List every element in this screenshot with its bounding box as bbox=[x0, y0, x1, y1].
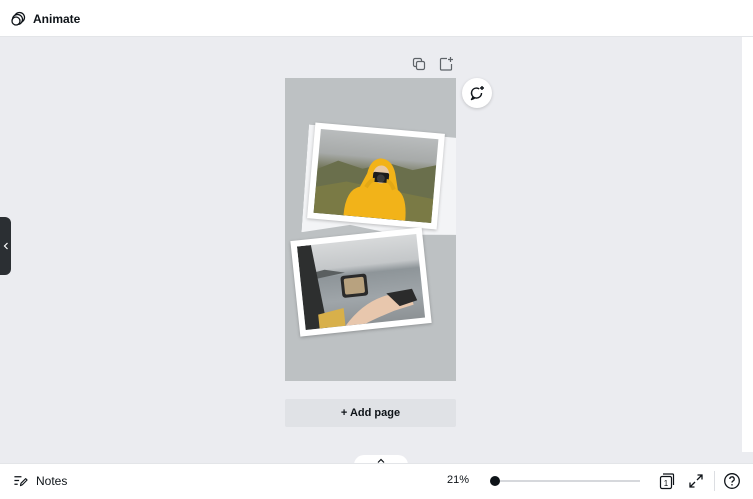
magic-comment-button[interactable] bbox=[462, 78, 492, 108]
top-toolbar: Animate bbox=[0, 0, 753, 37]
page-tools bbox=[411, 56, 454, 72]
collapse-panel-handle[interactable] bbox=[0, 217, 11, 275]
design-page[interactable] bbox=[285, 78, 456, 381]
animate-label: Animate bbox=[33, 12, 81, 26]
add-page-icon[interactable] bbox=[438, 56, 454, 72]
bottom-bar: Notes 21% 1 bbox=[0, 463, 753, 499]
fullscreen-icon[interactable] bbox=[687, 472, 705, 490]
chevron-left-icon bbox=[3, 242, 8, 250]
photo-frame-mirror[interactable] bbox=[290, 227, 432, 337]
page-count-number: 1 bbox=[664, 479, 669, 488]
animate-button[interactable]: Animate bbox=[10, 8, 80, 30]
add-page-button[interactable]: + Add page bbox=[285, 399, 456, 427]
photo-mirror-image bbox=[296, 233, 426, 331]
zoom-slider-knob[interactable] bbox=[490, 476, 500, 486]
footer-divider bbox=[714, 471, 715, 491]
notes-button[interactable]: Notes bbox=[13, 473, 67, 488]
magic-comment-icon bbox=[470, 86, 484, 101]
zoom-slider-track[interactable] bbox=[494, 480, 640, 482]
page-count-icon[interactable]: 1 bbox=[657, 472, 675, 490]
photo-hiker-image bbox=[313, 129, 439, 223]
zoom-percentage[interactable]: 21% bbox=[447, 474, 469, 486]
duplicate-page-icon[interactable] bbox=[411, 56, 427, 72]
notes-icon bbox=[14, 476, 28, 487]
photo-frame-hiker[interactable] bbox=[307, 122, 445, 230]
animate-icon bbox=[11, 11, 26, 26]
notes-label: Notes bbox=[36, 473, 68, 488]
right-scroll-gutter bbox=[742, 37, 753, 452]
help-icon[interactable] bbox=[723, 472, 741, 490]
